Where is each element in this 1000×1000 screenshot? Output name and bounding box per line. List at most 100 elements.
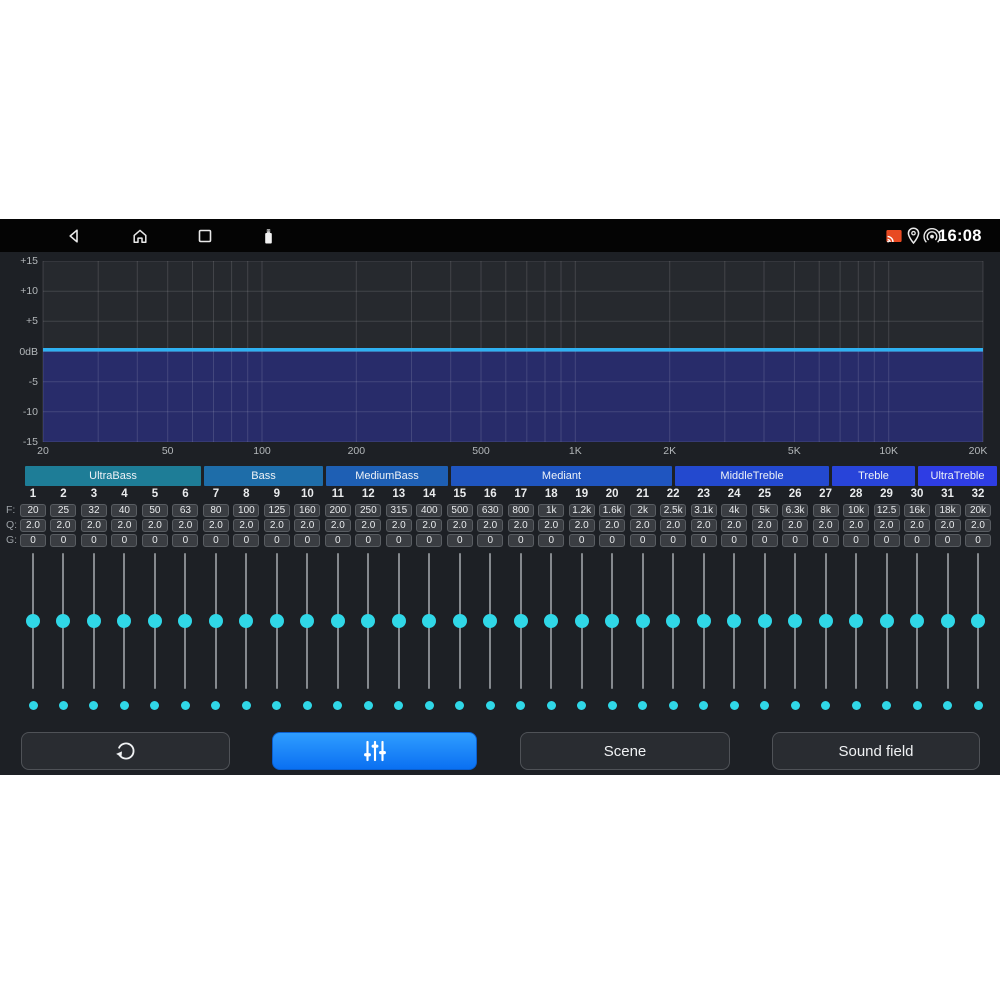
- gain-value-chip[interactable]: 0: [813, 534, 839, 547]
- freq-value-chip[interactable]: 2.5k: [660, 504, 686, 517]
- gain-slider-knob[interactable]: [941, 614, 955, 628]
- q-value-chip[interactable]: 2.0: [721, 519, 747, 532]
- gain-slider-knob[interactable]: [361, 614, 375, 628]
- gain-value-chip[interactable]: 0: [660, 534, 686, 547]
- gain-slider-knob[interactable]: [483, 614, 497, 628]
- freq-value-chip[interactable]: 3.1k: [691, 504, 717, 517]
- q-value-chip[interactable]: 2.0: [325, 519, 351, 532]
- equalizer-tab-button[interactable]: [272, 732, 477, 770]
- gain-slider-knob[interactable]: [758, 614, 772, 628]
- gain-value-chip[interactable]: 0: [752, 534, 778, 547]
- q-value-chip[interactable]: 2.0: [172, 519, 198, 532]
- gain-value-chip[interactable]: 0: [935, 534, 961, 547]
- back-icon[interactable]: [64, 226, 84, 246]
- freq-value-chip[interactable]: 160: [294, 504, 320, 517]
- q-value-chip[interactable]: 2.0: [416, 519, 442, 532]
- freq-value-chip[interactable]: 20k: [965, 504, 991, 517]
- sound-field-button[interactable]: Sound field: [772, 732, 980, 770]
- q-value-chip[interactable]: 2.0: [874, 519, 900, 532]
- gain-slider-knob[interactable]: [117, 614, 131, 628]
- q-value-chip[interactable]: 2.0: [843, 519, 869, 532]
- gain-slider-knob[interactable]: [910, 614, 924, 628]
- gain-value-chip[interactable]: 0: [81, 534, 107, 547]
- freq-value-chip[interactable]: 400: [416, 504, 442, 517]
- gain-slider-knob[interactable]: [849, 614, 863, 628]
- freq-value-chip[interactable]: 16k: [904, 504, 930, 517]
- q-value-chip[interactable]: 2.0: [20, 519, 46, 532]
- freq-value-chip[interactable]: 1.6k: [599, 504, 625, 517]
- gain-value-chip[interactable]: 0: [843, 534, 869, 547]
- gain-slider-knob[interactable]: [300, 614, 314, 628]
- gain-slider-knob[interactable]: [148, 614, 162, 628]
- gain-slider-knob[interactable]: [178, 614, 192, 628]
- gain-value-chip[interactable]: 0: [477, 534, 503, 547]
- gain-slider-knob[interactable]: [575, 614, 589, 628]
- gain-value-chip[interactable]: 0: [264, 534, 290, 547]
- gain-value-chip[interactable]: 0: [965, 534, 991, 547]
- q-value-chip[interactable]: 2.0: [111, 519, 137, 532]
- q-value-chip[interactable]: 2.0: [355, 519, 381, 532]
- gain-slider-knob[interactable]: [87, 614, 101, 628]
- freq-value-chip[interactable]: 18k: [935, 504, 961, 517]
- q-value-chip[interactable]: 2.0: [965, 519, 991, 532]
- q-value-chip[interactable]: 2.0: [203, 519, 229, 532]
- freq-value-chip[interactable]: 250: [355, 504, 381, 517]
- freq-value-chip[interactable]: 2k: [630, 504, 656, 517]
- gain-value-chip[interactable]: 0: [782, 534, 808, 547]
- q-value-chip[interactable]: 2.0: [569, 519, 595, 532]
- gain-slider-knob[interactable]: [727, 614, 741, 628]
- gain-slider-knob[interactable]: [26, 614, 40, 628]
- gain-value-chip[interactable]: 0: [386, 534, 412, 547]
- gain-value-chip[interactable]: 0: [142, 534, 168, 547]
- freq-value-chip[interactable]: 50: [142, 504, 168, 517]
- gain-value-chip[interactable]: 0: [508, 534, 534, 547]
- freq-value-chip[interactable]: 800: [508, 504, 534, 517]
- gain-value-chip[interactable]: 0: [355, 534, 381, 547]
- gain-slider-knob[interactable]: [971, 614, 985, 628]
- gain-value-chip[interactable]: 0: [447, 534, 473, 547]
- freq-value-chip[interactable]: 315: [386, 504, 412, 517]
- home-icon[interactable]: [130, 226, 150, 246]
- q-value-chip[interactable]: 2.0: [264, 519, 290, 532]
- gain-value-chip[interactable]: 0: [111, 534, 137, 547]
- q-value-chip[interactable]: 2.0: [935, 519, 961, 532]
- gain-slider-knob[interactable]: [270, 614, 284, 628]
- gain-slider-knob[interactable]: [788, 614, 802, 628]
- q-value-chip[interactable]: 2.0: [660, 519, 686, 532]
- gain-slider-knob[interactable]: [56, 614, 70, 628]
- q-value-chip[interactable]: 2.0: [477, 519, 503, 532]
- freq-value-chip[interactable]: 630: [477, 504, 503, 517]
- scene-button[interactable]: Scene: [520, 732, 730, 770]
- q-value-chip[interactable]: 2.0: [752, 519, 778, 532]
- gain-value-chip[interactable]: 0: [233, 534, 259, 547]
- q-value-chip[interactable]: 2.0: [904, 519, 930, 532]
- gain-value-chip[interactable]: 0: [50, 534, 76, 547]
- q-value-chip[interactable]: 2.0: [630, 519, 656, 532]
- gain-value-chip[interactable]: 0: [691, 534, 717, 547]
- gain-slider-knob[interactable]: [636, 614, 650, 628]
- q-value-chip[interactable]: 2.0: [782, 519, 808, 532]
- gain-slider-knob[interactable]: [331, 614, 345, 628]
- freq-value-chip[interactable]: 10k: [843, 504, 869, 517]
- gain-slider-knob[interactable]: [605, 614, 619, 628]
- gain-slider-knob[interactable]: [392, 614, 406, 628]
- freq-value-chip[interactable]: 1k: [538, 504, 564, 517]
- gain-value-chip[interactable]: 0: [904, 534, 930, 547]
- gain-value-chip[interactable]: 0: [325, 534, 351, 547]
- freq-value-chip[interactable]: 32: [81, 504, 107, 517]
- gain-slider-knob[interactable]: [514, 614, 528, 628]
- q-value-chip[interactable]: 2.0: [538, 519, 564, 532]
- gain-slider-knob[interactable]: [697, 614, 711, 628]
- q-value-chip[interactable]: 2.0: [813, 519, 839, 532]
- reset-button[interactable]: [21, 732, 230, 770]
- gain-value-chip[interactable]: 0: [630, 534, 656, 547]
- gain-slider-knob[interactable]: [880, 614, 894, 628]
- gain-slider-knob[interactable]: [209, 614, 223, 628]
- gain-value-chip[interactable]: 0: [294, 534, 320, 547]
- freq-value-chip[interactable]: 200: [325, 504, 351, 517]
- freq-value-chip[interactable]: 4k: [721, 504, 747, 517]
- q-value-chip[interactable]: 2.0: [81, 519, 107, 532]
- gain-value-chip[interactable]: 0: [203, 534, 229, 547]
- q-value-chip[interactable]: 2.0: [294, 519, 320, 532]
- gain-slider-knob[interactable]: [544, 614, 558, 628]
